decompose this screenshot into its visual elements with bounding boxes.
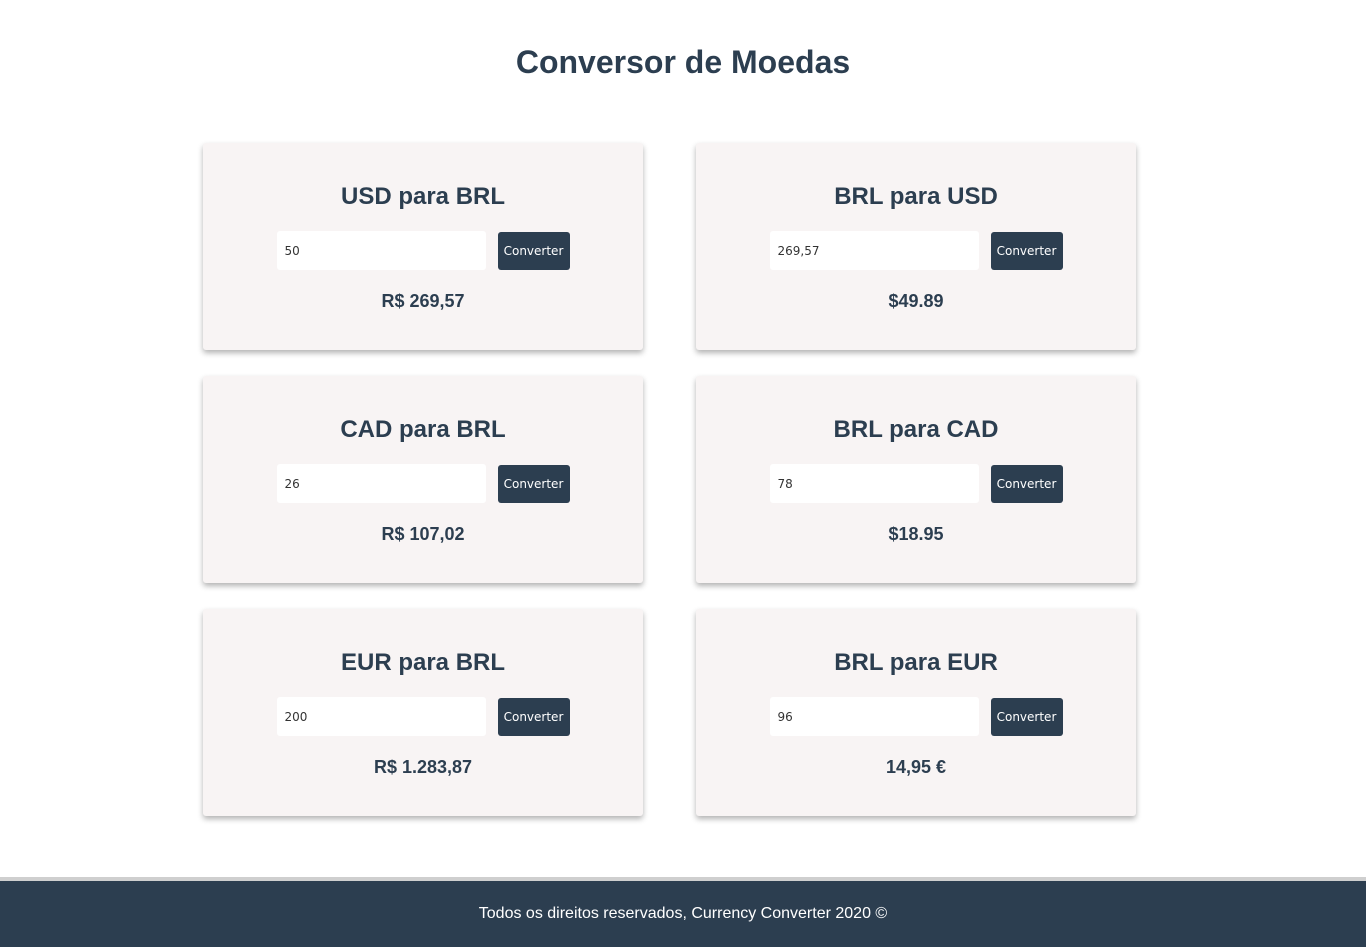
conversion-result: 14,95 €	[885, 757, 947, 777]
footer-copyright: Todos os direitos reservados, Currency C…	[478, 905, 888, 922]
card-title: EUR para BRL	[340, 649, 506, 676]
conversion-result: R$ 1.283,87	[373, 757, 473, 777]
converter-card-cad-brl: CAD para BRL Converter R$ 107,02	[203, 376, 643, 583]
card-title: CAD para BRL	[340, 416, 506, 443]
converter-card-brl-eur: BRL para EUR Converter 14,95 €	[696, 609, 1136, 816]
converter-form: Converter	[203, 697, 643, 736]
converter-card-usd-brl: USD para BRL Converter R$ 269,57	[203, 143, 643, 350]
amount-input[interactable]	[769, 231, 979, 270]
converter-form: Converter	[696, 697, 1136, 736]
converter-form: Converter	[696, 464, 1136, 503]
convert-button[interactable]: Converter	[990, 697, 1063, 736]
converter-card-brl-usd: BRL para USD Converter $49.89	[696, 143, 1136, 350]
amount-input[interactable]	[769, 464, 979, 503]
converter-card-eur-brl: EUR para BRL Converter R$ 1.283,87	[203, 609, 643, 816]
conversion-result: $18.95	[888, 524, 944, 544]
converter-form: Converter	[203, 464, 643, 503]
amount-input[interactable]	[276, 231, 486, 270]
amount-input[interactable]	[276, 464, 486, 503]
page-title: Conversor de Moedas	[515, 44, 851, 80]
card-title: BRL para EUR	[834, 649, 998, 676]
amount-input[interactable]	[276, 697, 486, 736]
converter-grid: USD para BRL Converter R$ 269,57 BRL par…	[203, 143, 1137, 816]
convert-button[interactable]: Converter	[990, 231, 1063, 270]
converter-card-brl-cad: BRL para CAD Converter $18.95	[696, 376, 1136, 583]
converter-form: Converter	[203, 231, 643, 270]
converter-form: Converter	[696, 231, 1136, 270]
convert-button[interactable]: Converter	[497, 464, 570, 503]
conversion-result: R$ 107,02	[381, 524, 465, 544]
convert-button[interactable]: Converter	[497, 697, 570, 736]
footer: Todos os direitos reservados, Currency C…	[0, 877, 1366, 947]
convert-button[interactable]: Converter	[497, 231, 570, 270]
conversion-result: R$ 269,57	[381, 291, 465, 311]
amount-input[interactable]	[769, 697, 979, 736]
card-title: BRL para CAD	[833, 416, 999, 443]
card-title: BRL para USD	[834, 183, 998, 210]
convert-button[interactable]: Converter	[990, 464, 1063, 503]
card-title: USD para BRL	[340, 183, 506, 210]
conversion-result: $49.89	[888, 291, 944, 311]
